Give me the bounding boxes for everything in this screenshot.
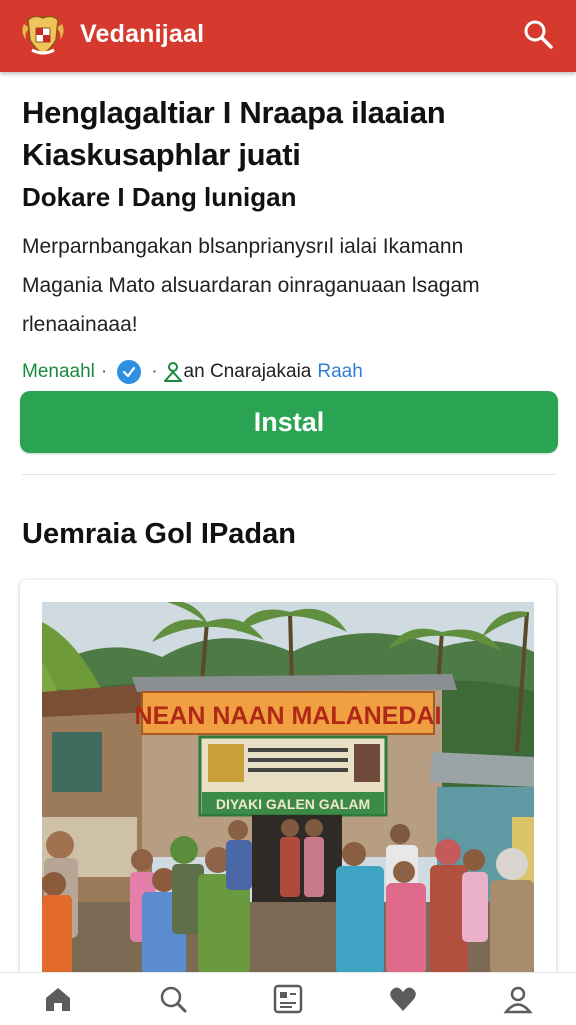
- meta-separator-2: ·: [151, 361, 158, 382]
- search-icon: [160, 986, 187, 1013]
- nav-news[interactable]: [264, 975, 312, 1023]
- building-banner-text: NEAN NAAN MALANEDAI: [135, 702, 442, 730]
- profile-icon: [503, 986, 533, 1014]
- home-icon: [45, 988, 70, 1011]
- nav-favorites[interactable]: [379, 975, 427, 1023]
- person-icon: [163, 362, 182, 382]
- nav-search[interactable]: [149, 975, 197, 1023]
- headline-line-2: Kiaskusaphlar juati: [22, 137, 301, 172]
- gallery-section-title: Uemraia Gol IPadan: [22, 518, 296, 550]
- article-description: Merparnbangakan blsanprianysrıl ialai Ik…: [22, 227, 558, 344]
- nav-profile[interactable]: [494, 975, 542, 1023]
- photo-card[interactable]: NEAN NAAN MALANEDAI DIYAKI GALEN GALAM: [20, 580, 556, 1000]
- header-search-button[interactable]: [518, 14, 558, 54]
- attribution-text: an Cnarajakaia: [183, 361, 312, 382]
- community-photo[interactable]: NEAN NAAN MALANEDAI DIYAKI GALEN GALAM: [42, 602, 534, 974]
- author-name[interactable]: Menaahl: [22, 361, 95, 383]
- article-subheadline: Dokare I Dang lunigan: [22, 182, 297, 212]
- search-icon: [524, 20, 553, 49]
- install-button[interactable]: Instal: [20, 391, 558, 453]
- garuda-emblem-logo[interactable]: [18, 10, 68, 60]
- bottom-navigation: [0, 972, 576, 1025]
- nav-home[interactable]: [34, 975, 82, 1023]
- meta-separator: ·: [100, 361, 108, 382]
- sign-bottom-text: DIYAKI GALEN GALAM: [216, 796, 370, 812]
- description-line-2: Magania Mato alsuardaran oinraganuaan ls…: [22, 274, 480, 297]
- description-line-3: rlenaainaaa!: [22, 313, 138, 336]
- source-link[interactable]: Raah: [317, 361, 362, 383]
- headline-line-1: Henglagaltiar I Nraapa ilaaian: [22, 95, 446, 130]
- article-content: Henglagaltiar I Nraapa ilaaian Kiaskusap…: [22, 92, 558, 388]
- news-icon: [273, 984, 303, 1014]
- verified-check-icon: [117, 360, 142, 384]
- article-headline: Henglagaltiar I Nraapa ilaaian Kiaskusap…: [22, 92, 558, 176]
- heart-icon: [390, 987, 416, 1011]
- app-brand-name: Vedanijaal: [80, 20, 205, 48]
- top-app-bar: Vedanijaal: [0, 0, 576, 72]
- section-divider: [22, 474, 556, 475]
- article-meta: Menaahl · · an Cnarajakaia Raah: [22, 356, 558, 388]
- description-line-1: Merparnbangakan blsanprianysrıl ialai Ik…: [22, 235, 464, 258]
